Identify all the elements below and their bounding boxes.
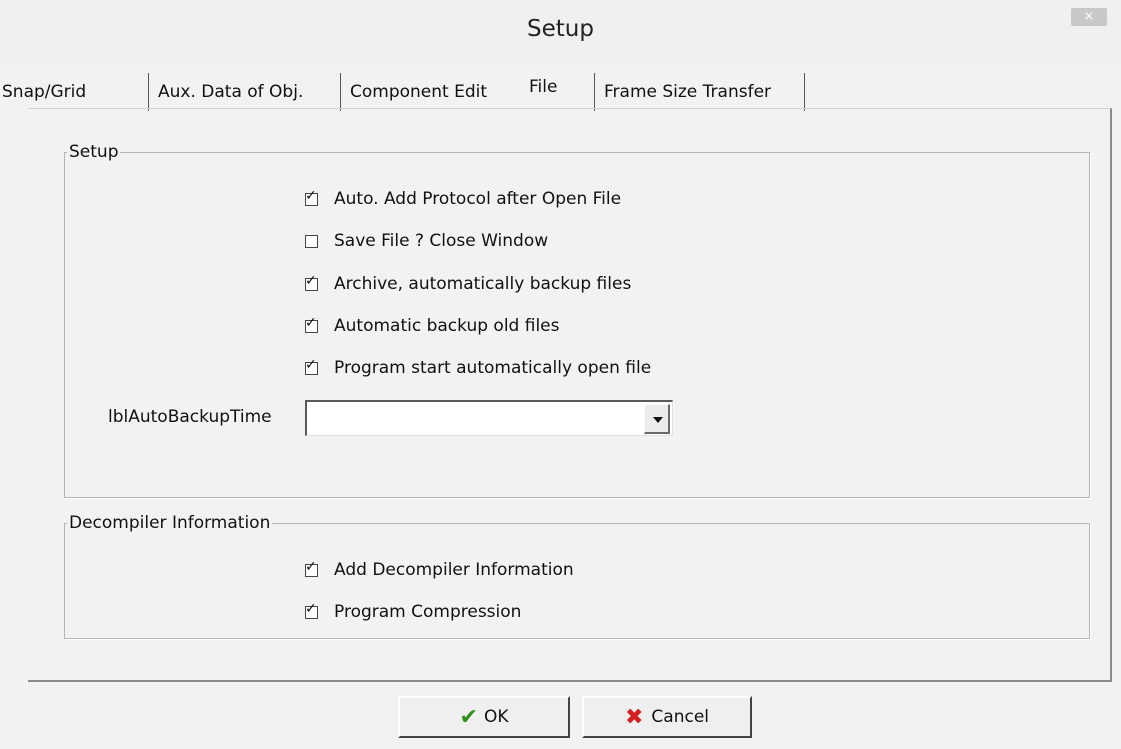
ok-button[interactable]: ✔ OK [398,696,570,738]
decompiler-group-legend: Decompiler Information [69,513,271,533]
tab-component-edit[interactable]: Component Edit [350,78,487,106]
checkbox-label: Auto. Add Protocol after Open File [334,189,622,209]
checkbox-label: Program Compression [334,602,522,622]
checkbox-row[interactable]: Auto. Add Protocol after Open File [305,187,621,211]
auto-backup-time-select[interactable] [305,400,673,436]
chevron-down-icon[interactable] [644,404,670,434]
checkbox-label: Automatic backup old files [334,316,560,336]
backup-old-files-checkbox[interactable] [305,315,318,333]
program-compression-checkbox[interactable] [305,601,318,619]
x-icon: ✖ [624,704,644,730]
checkbox-label: Add Decompiler Information [334,560,574,580]
cancel-button[interactable]: ✖ Cancel [582,696,752,738]
checkmark-icon: ✔ [459,704,478,730]
title-bar: Setup × [0,0,1121,62]
window-title: Setup [527,16,594,42]
checkbox-label: Save File ? Close Window [334,231,549,251]
auto-add-protocol-checkbox[interactable] [305,188,318,206]
checkbox-row[interactable]: Program start automatically open file [305,356,651,380]
tab-aux-data[interactable]: Aux. Data of Obj. [158,78,303,106]
checkbox-row[interactable]: Automatic backup old files [305,314,560,338]
setup-group-legend: Setup [69,142,119,162]
checkbox-row[interactable]: Archive, automatically backup files [305,272,631,296]
checkbox-label: Program start automatically open file [334,358,652,378]
close-icon: × [1083,9,1095,24]
tab-file[interactable]: File [517,73,570,101]
tab-frame-size-transfer[interactable]: Frame Size Transfer [604,78,771,106]
checkbox-row[interactable]: Program Compression [305,600,521,624]
auto-backup-time-label: lblAutoBackupTime [108,407,272,427]
tab-snap-grid[interactable]: Snap/Grid [2,78,86,106]
cancel-button-label: Cancel [651,707,710,727]
checkbox-label: Archive, automatically backup files [334,274,632,294]
tab-separator [148,73,149,111]
close-button[interactable]: × [1071,8,1107,26]
decompiler-group: Decompiler Information [64,513,1090,639]
save-file-close-window-checkbox[interactable] [305,234,318,248]
tab-separator [340,73,341,111]
program-start-open-file-checkbox[interactable] [305,357,318,375]
checkbox-row[interactable]: Add Decompiler Information [305,558,574,582]
tab-separator [804,73,805,111]
ok-button-label: OK [483,707,509,727]
archive-backup-checkbox[interactable] [305,273,318,291]
add-decompiler-info-checkbox[interactable] [305,559,318,577]
tab-separator [594,73,595,111]
checkbox-row[interactable]: Save File ? Close Window [305,229,548,253]
